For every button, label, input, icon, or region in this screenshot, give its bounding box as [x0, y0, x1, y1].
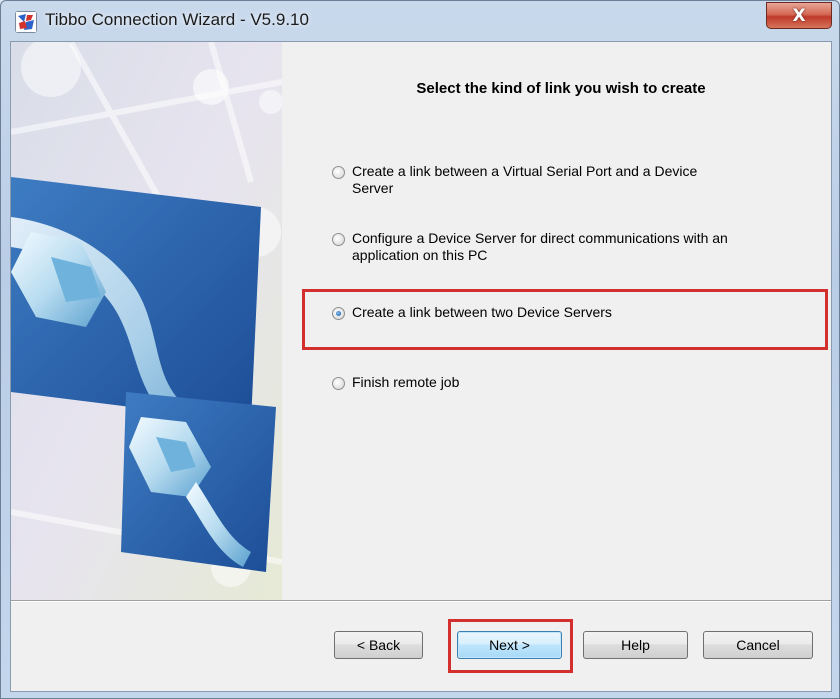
back-button[interactable]: < Back — [334, 631, 423, 659]
wizard-client-area: Select the kind of link you wish to crea… — [10, 41, 832, 692]
option-label: Finish remote job — [352, 374, 460, 390]
close-icon: X — [792, 5, 806, 26]
option-direct-communications[interactable]: Configure a Device Server for direct com… — [332, 230, 728, 264]
radio-two-device-servers[interactable] — [332, 307, 345, 320]
radio-direct-communications[interactable] — [332, 233, 345, 246]
help-button[interactable]: Help — [583, 631, 688, 659]
option-finish-remote-job[interactable]: Finish remote job — [332, 374, 459, 391]
option-label: application on this PC — [352, 247, 488, 263]
button-separator — [11, 600, 831, 602]
option-label: Create a link between a Virtual Serial P… — [352, 163, 698, 179]
close-button[interactable]: X — [766, 2, 832, 29]
wizard-window: Tibbo Connection Wizard - V5.9.10 X Sele… — [0, 0, 840, 699]
option-label: Server — [352, 180, 394, 196]
radio-finish-remote-job[interactable] — [332, 377, 345, 390]
radio-virtual-serial-port[interactable] — [332, 166, 345, 179]
option-label: Create a link between two Device Servers — [352, 304, 612, 320]
option-label: Configure a Device Server for direct com… — [352, 230, 728, 246]
title-bar[interactable]: Tibbo Connection Wizard - V5.9.10 X — [1, 1, 839, 41]
page-heading: Select the kind of link you wish to crea… — [416, 80, 706, 97]
window-title: Tibbo Connection Wizard - V5.9.10 — [45, 10, 309, 29]
app-icon — [15, 11, 37, 33]
option-virtual-serial-port[interactable]: Create a link between a Virtual Serial P… — [332, 163, 697, 197]
next-button[interactable]: Next > — [457, 631, 562, 659]
option-two-device-servers[interactable]: Create a link between two Device Servers — [332, 304, 612, 321]
cancel-button[interactable]: Cancel — [703, 631, 813, 659]
wizard-sidebar-image — [11, 42, 282, 600]
